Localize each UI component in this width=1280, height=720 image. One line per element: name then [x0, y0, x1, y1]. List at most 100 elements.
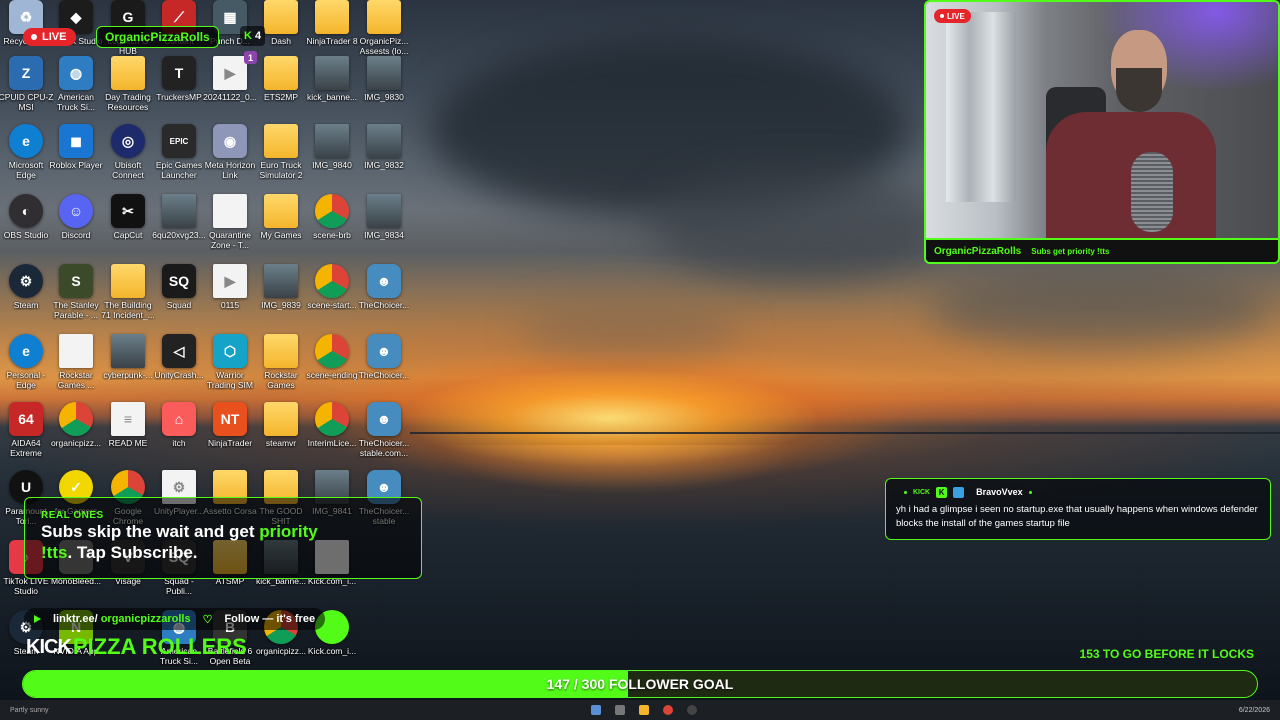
- obs-taskbar-icon[interactable]: [686, 705, 697, 715]
- desktop-icon[interactable]: Euro Truck Simulator 2: [255, 124, 307, 180]
- desktop-icon[interactable]: IMG_9840: [306, 124, 358, 170]
- desktop-icon-label: Meta Horizon Link: [204, 160, 256, 180]
- desktop-icon[interactable]: ☺ Discord: [50, 194, 102, 240]
- desktop-icon[interactable]: scene-brb: [306, 194, 358, 240]
- desktop-icon[interactable]: Day Trading Resources: [102, 56, 154, 112]
- follower-goal-text: 147 / 300 FOLLOWER GOAL: [546, 676, 734, 692]
- desktop-icon[interactable]: scene-ending: [306, 334, 358, 380]
- desktop-icon-label: IMG_9832: [364, 160, 404, 170]
- desktop-icon[interactable]: The Building 71 Incident_...: [101, 264, 155, 320]
- desktop-icon[interactable]: ✂ CapCut: [102, 194, 154, 240]
- capcut-icon: ✂: [111, 194, 145, 228]
- file-icon: [59, 334, 93, 368]
- desktop-icon[interactable]: IMG_9830: [358, 56, 410, 102]
- start-icon[interactable]: [590, 705, 601, 715]
- brand-name: PIZZA ROLLERS: [72, 634, 247, 659]
- heart-icon: ♡: [202, 613, 213, 626]
- desktop-icon-label: CapCut: [113, 230, 143, 240]
- desktop-icon[interactable]: EPIC Epic Games Launcher: [153, 124, 205, 180]
- linktree-link[interactable]: linktr.ee/ organicpizzarolls: [53, 613, 191, 625]
- desktop-icon-label: scene-ending: [306, 370, 358, 380]
- desktop-icon[interactable]: T TruckersMP: [153, 56, 205, 102]
- desktop-icon[interactable]: ◐ OBS Studio: [0, 194, 52, 240]
- cpuz-icon: Z: [9, 56, 43, 90]
- chat-user-badge-icon: [953, 486, 965, 498]
- desktop-icon[interactable]: ☻ TheChoicer... stable.com...: [358, 402, 410, 458]
- desktop-icon[interactable]: kick_banne...: [306, 56, 358, 102]
- ninjatrader-icon: NT: [213, 402, 247, 436]
- unity-icon: ◁: [162, 334, 196, 368]
- desktop-icon[interactable]: ⌂ itch: [153, 402, 205, 448]
- goal-countdown: 153 TO GO BEFORE IT LOCKS: [1079, 647, 1254, 661]
- desktop-icon[interactable]: cyberpunk-...: [102, 334, 154, 380]
- desktop-icon[interactable]: SQ Squad: [153, 264, 205, 310]
- chrome-icon: [315, 264, 349, 298]
- promo-line1-text: Subs skip the wait and get: [41, 522, 260, 541]
- desktop-icon[interactable]: ◁ UnityCrash...: [153, 334, 205, 380]
- desktop-icon-label: scene-brb: [313, 230, 351, 240]
- desktop-icon[interactable]: Z CPUID CPU-Z MSI: [0, 56, 53, 112]
- desktop-icon[interactable]: IMG_9832: [358, 124, 410, 170]
- desktop-icon[interactable]: OrganicPiz... Assests (lo...: [358, 0, 410, 56]
- desktop-icon[interactable]: Quarantine Zone - T...: [204, 194, 256, 250]
- desktop-icon[interactable]: ⬡ Warrior Trading SIM: [204, 334, 256, 390]
- desktop-icon[interactable]: scene-start...: [306, 264, 358, 310]
- desktop-icon[interactable]: S The Stanley Parable - ...: [50, 264, 102, 320]
- chrome-icon: [315, 194, 349, 228]
- taskbar-weather[interactable]: Partly sunny: [10, 707, 49, 714]
- desktop-icon-label: TruckersMP: [156, 92, 202, 102]
- desktop-icon[interactable]: Rockstar Games ...: [50, 334, 102, 390]
- desktop-icon-label: NinjaTrader: [207, 438, 253, 448]
- desktop-icon[interactable]: NinjaTrader 8: [306, 0, 358, 46]
- desktop-icon-label: Roblox Player: [49, 160, 103, 170]
- live-dot-icon: [31, 34, 37, 40]
- desktop-icon-label: Rockstar Games: [264, 370, 298, 390]
- desktop-icon[interactable]: ◼ Roblox Player: [50, 124, 102, 170]
- follow-prompt: Follow — it's free: [224, 613, 316, 625]
- desktop-icon[interactable]: Rockstar Games: [255, 334, 307, 390]
- desktop-icon[interactable]: e Microsoft Edge: [0, 124, 52, 180]
- desktop-icon[interactable]: steamvr: [255, 402, 307, 448]
- desktop-icon[interactable]: IMG_9834: [358, 194, 410, 240]
- promo-line1-highlight: priority: [259, 522, 318, 541]
- desktop-icon-label: Day Trading Resources: [105, 92, 151, 112]
- desktop-icon-label: NinjaTrader 8: [306, 36, 358, 46]
- desktop-icon[interactable]: InterimLice...: [306, 402, 358, 448]
- chrome-taskbar-icon[interactable]: [662, 705, 673, 715]
- microphone-icon: [1131, 152, 1173, 232]
- meta-icon: ◉: [213, 124, 247, 158]
- steam-icon: ⚙: [9, 264, 43, 298]
- desktop-icon[interactable]: IMG_9839: [255, 264, 307, 310]
- taskbar-clock[interactable]: 6/22/2026: [1239, 707, 1270, 714]
- explorer-icon[interactable]: [638, 705, 649, 715]
- desktop-icon-label: AIDA64 Extreme: [10, 438, 42, 458]
- desktop-icon[interactable]: ◍American Truck Si...: [50, 56, 102, 112]
- kick-brand-logo: KICK: [26, 635, 72, 658]
- desktop-icon[interactable]: ETS2MP: [255, 56, 307, 102]
- desktop-icon[interactable]: NT NinjaTrader: [204, 402, 256, 448]
- taskbar: Partly sunny 6/22/2026: [0, 700, 1280, 720]
- desktop-icon[interactable]: ⚙ Steam: [0, 264, 52, 310]
- desktop-icon[interactable]: 64 AIDA64 Extreme: [0, 402, 52, 458]
- desktop-icon[interactable]: 6qu20xvg23...: [152, 194, 206, 240]
- desktop-icon[interactable]: ▶ 0115: [204, 264, 256, 310]
- desktop-icon[interactable]: ≡ READ ME: [102, 402, 154, 448]
- desktop-icon[interactable]: My Games: [255, 194, 307, 240]
- desktop-icon[interactable]: ☻ TheChoicer...: [358, 264, 410, 310]
- desktop-icon[interactable]: e Personal - Edge: [0, 334, 52, 390]
- stanley-icon: S: [59, 264, 93, 298]
- desktop-icon-label: OrganicPiz... Assests (lo...: [359, 36, 409, 56]
- promo-line2-text: . Tap Subscribe.: [67, 543, 198, 562]
- aida-icon: 64: [9, 402, 43, 436]
- search-icon[interactable]: [614, 705, 625, 715]
- image-icon: [315, 124, 349, 158]
- desktop-icon[interactable]: organicpizz...: [50, 402, 102, 448]
- epic-icon: EPIC: [162, 124, 196, 158]
- desktop-icon-label: TikTok LIVE Studio: [3, 576, 49, 596]
- desktop-icon-label: Kick.com_i...: [307, 646, 357, 656]
- desktop-icon[interactable]: ◉ Meta Horizon Link: [204, 124, 256, 180]
- desktop-icon[interactable]: ◎ Ubisoft Connect: [102, 124, 154, 180]
- desktop-icon[interactable]: ☻ TheChoicer...: [358, 334, 410, 380]
- desktop-icon-label: OBS Studio: [3, 230, 49, 240]
- chat-message-text: yh i had a glimpse i seen no startup.exe…: [896, 504, 1258, 529]
